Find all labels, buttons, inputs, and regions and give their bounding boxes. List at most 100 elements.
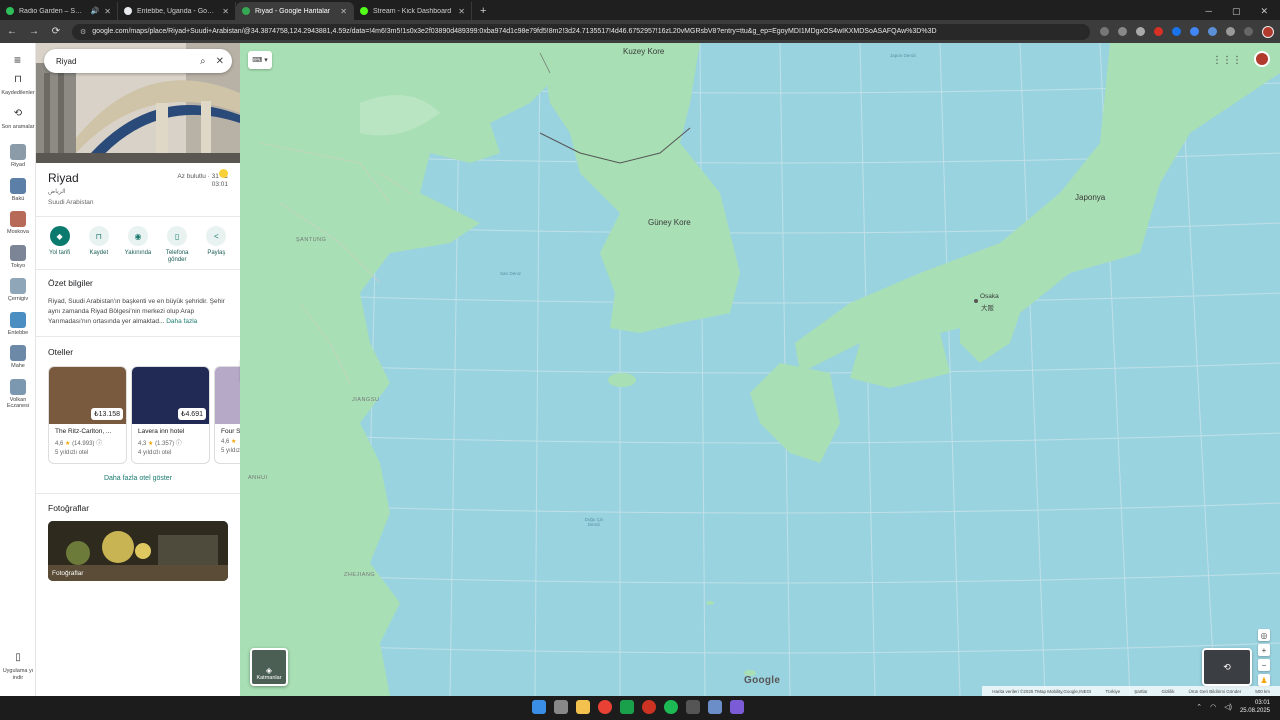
rail-item-history[interactable]: ⟲ Son aramalar bbox=[0, 108, 36, 131]
recent-place-item[interactable]: Moskova bbox=[0, 211, 36, 236]
recent-place-item[interactable]: Çernigiv bbox=[0, 278, 36, 303]
reload-icon[interactable]: ⟳ bbox=[50, 26, 62, 37]
google-logo: Google bbox=[744, 675, 781, 686]
chrome-icon[interactable] bbox=[598, 700, 612, 714]
attribution-item[interactable]: Şartlar bbox=[1134, 689, 1147, 694]
extension-lightblue-icon[interactable] bbox=[1190, 27, 1199, 36]
recent-place-item[interactable]: Bakü bbox=[0, 177, 36, 203]
attribution-item[interactable]: Gizlilik bbox=[1161, 689, 1174, 694]
attribution-item[interactable]: 500 km bbox=[1255, 689, 1270, 694]
extension-shield-icon[interactable] bbox=[1208, 27, 1217, 36]
action-icon: ◉ bbox=[127, 226, 148, 246]
google-apps-icon[interactable]: ⋮⋮⋮ bbox=[1212, 55, 1242, 66]
tray-overflow-icon[interactable]: ⌃ bbox=[1196, 703, 1202, 711]
app-icon[interactable] bbox=[642, 700, 656, 714]
map-canvas[interactable]: Kuzey Kore Güney Kore Japonya Osaka 大阪 Ş… bbox=[240, 43, 1280, 696]
forward-icon[interactable]: → bbox=[28, 26, 40, 37]
browser-tab[interactable]: Stream - Kick Dashboard ✕ bbox=[354, 2, 472, 20]
pegman-icon[interactable]: ♟ bbox=[1258, 674, 1270, 686]
action-paylaş[interactable]: < Paylaş bbox=[198, 226, 234, 264]
more-hotels-link[interactable]: Daha fazla otel göster bbox=[36, 475, 240, 482]
photos-thumbnail[interactable]: Fotoğraflar bbox=[48, 521, 228, 581]
url-field[interactable]: ⚙ google.com/maps/place/Riyad+Suudi+Arab… bbox=[72, 23, 1090, 40]
review-count: (1.357) bbox=[155, 441, 175, 447]
start-icon[interactable] bbox=[532, 700, 546, 714]
file-explorer-icon[interactable] bbox=[576, 700, 590, 714]
search-input[interactable]: Riyad bbox=[56, 57, 190, 66]
attribution-item[interactable]: Ürün Geri Bildirimi Gönder bbox=[1188, 689, 1241, 694]
zoom-in-button[interactable]: + bbox=[1258, 644, 1270, 656]
hotel-card[interactable]: ₺4.691 Lavera inn hotel 4,3 ★ (1.357) ⓘ 4 y… bbox=[131, 366, 210, 464]
attribution-item[interactable]: Türkiye bbox=[1105, 689, 1120, 694]
layers-button[interactable]: ◈ Katmanlar bbox=[250, 648, 288, 686]
taskview-icon[interactable] bbox=[554, 700, 568, 714]
hotel-category: 4 yıldızlı otel bbox=[138, 450, 172, 456]
recent-place-item[interactable]: Mahe bbox=[0, 345, 36, 370]
place-hero-image[interactable]: Riyad ⌕ ✕ bbox=[36, 43, 240, 163]
hotel-rating: 4,6 ★ (14.993) ⓘ bbox=[49, 435, 126, 447]
download-app-button[interactable]: ▯ Uygulama yı indir bbox=[0, 653, 36, 681]
hotel-name: Lavera inn hotel bbox=[138, 428, 185, 435]
action-label: Paylaş bbox=[207, 250, 226, 256]
menu-icon[interactable]: ≡ bbox=[0, 43, 35, 77]
browser-tab[interactable]: Riyad - Google Haritalar ✕ bbox=[236, 2, 354, 20]
site-info-icon[interactable]: ⚙ bbox=[80, 28, 86, 36]
bookmark-star-icon[interactable] bbox=[1136, 27, 1145, 36]
new-tab-button[interactable]: + bbox=[472, 2, 494, 20]
xbox-icon[interactable] bbox=[620, 700, 634, 714]
info-icon[interactable]: ⓘ bbox=[174, 441, 182, 447]
street-view-preview[interactable]: ⟲ bbox=[1202, 648, 1252, 686]
recent-place-thumbnail bbox=[10, 278, 26, 294]
my-location-icon[interactable]: ◎ bbox=[1258, 629, 1270, 641]
search-box[interactable]: Riyad ⌕ ✕ bbox=[44, 49, 232, 73]
search-icon[interactable]: ⌕ bbox=[200, 56, 206, 67]
eye-off-icon[interactable] bbox=[1118, 27, 1127, 36]
hotel-card[interactable]: Four S4,6 ★ 5 yıldızlı bbox=[214, 366, 240, 464]
recent-place-item[interactable]: Riyad bbox=[0, 144, 36, 169]
tab-title: Stream - Kick Dashboard bbox=[373, 7, 452, 15]
recent-place-item[interactable]: Entebbe bbox=[0, 311, 36, 337]
extension-red-icon[interactable] bbox=[1154, 27, 1163, 36]
terminal-icon[interactable] bbox=[686, 700, 700, 714]
rail-item-bookmark[interactable]: ⊓ Kaydedilenler bbox=[0, 75, 36, 97]
action-kaydet[interactable]: ⊓ Kaydet bbox=[81, 226, 117, 264]
hotel-rating: 4,3 ★ (1.357) ⓘ bbox=[132, 435, 209, 447]
cast-icon[interactable] bbox=[1100, 27, 1109, 36]
tray-volume-icon[interactable]: ◁) bbox=[1224, 703, 1232, 711]
profile-avatar[interactable] bbox=[1262, 25, 1274, 38]
tab-close-icon[interactable]: ✕ bbox=[104, 7, 111, 16]
action-label: Yol tarifi bbox=[49, 250, 71, 256]
speaker-icon[interactable]: 🔊 bbox=[91, 7, 100, 15]
label-shantung: ŞANTUNG bbox=[296, 237, 327, 243]
info-icon[interactable]: ⓘ bbox=[94, 441, 102, 447]
clock[interactable]: 03:01 25.08.2025 bbox=[1240, 699, 1270, 715]
browser-tab[interactable]: Entebbe, Uganda - Google'da A ✕ bbox=[118, 2, 236, 20]
browser-tab[interactable]: Radio Garden – Seoul 🔊 ✕ bbox=[0, 2, 118, 20]
window-close-icon[interactable]: ✕ bbox=[1260, 6, 1268, 17]
discord-icon[interactable] bbox=[730, 700, 744, 714]
tab-close-icon[interactable]: ✕ bbox=[340, 7, 347, 16]
action-yakınında[interactable]: ◉ Yakınında bbox=[120, 226, 156, 264]
spotify-icon[interactable] bbox=[664, 700, 678, 714]
account-avatar[interactable] bbox=[1254, 51, 1270, 67]
recent-place-item[interactable]: Tokyo bbox=[0, 244, 36, 270]
action-telefona-gönder[interactable]: ▯ Telefona gönder bbox=[159, 226, 195, 264]
close-icon[interactable]: ✕ bbox=[216, 56, 224, 67]
tab-close-icon[interactable]: ✕ bbox=[222, 7, 229, 16]
steam-icon[interactable] bbox=[708, 700, 722, 714]
keyboard-shortcuts-button[interactable]: ⌨ ▾ bbox=[248, 51, 272, 69]
action-yol-tarifi[interactable]: ◆ Yol tarifi bbox=[42, 226, 78, 264]
tray-network-icon[interactable]: ◠ bbox=[1210, 703, 1216, 711]
summary-more-link[interactable]: Daha fazla bbox=[166, 318, 197, 325]
zoom-out-button[interactable]: − bbox=[1258, 659, 1270, 671]
hotel-card[interactable]: ₺13.158 The Ritz-Carlton, ... 4,6 ★ (14.99… bbox=[48, 366, 127, 464]
extension-blue-icon[interactable] bbox=[1172, 27, 1181, 36]
maximize-icon[interactable]: ▢ bbox=[1232, 6, 1241, 17]
tab-close-icon[interactable]: ✕ bbox=[458, 7, 465, 16]
recent-place-item[interactable]: Volkan Eczanesi bbox=[0, 378, 36, 410]
action-label: Kaydet bbox=[89, 250, 109, 256]
sidepanel-icon[interactable] bbox=[1244, 27, 1253, 36]
minimize-icon[interactable]: ─ bbox=[1206, 6, 1212, 16]
back-icon[interactable]: ← bbox=[6, 26, 18, 37]
puzzle-icon[interactable] bbox=[1226, 27, 1235, 36]
